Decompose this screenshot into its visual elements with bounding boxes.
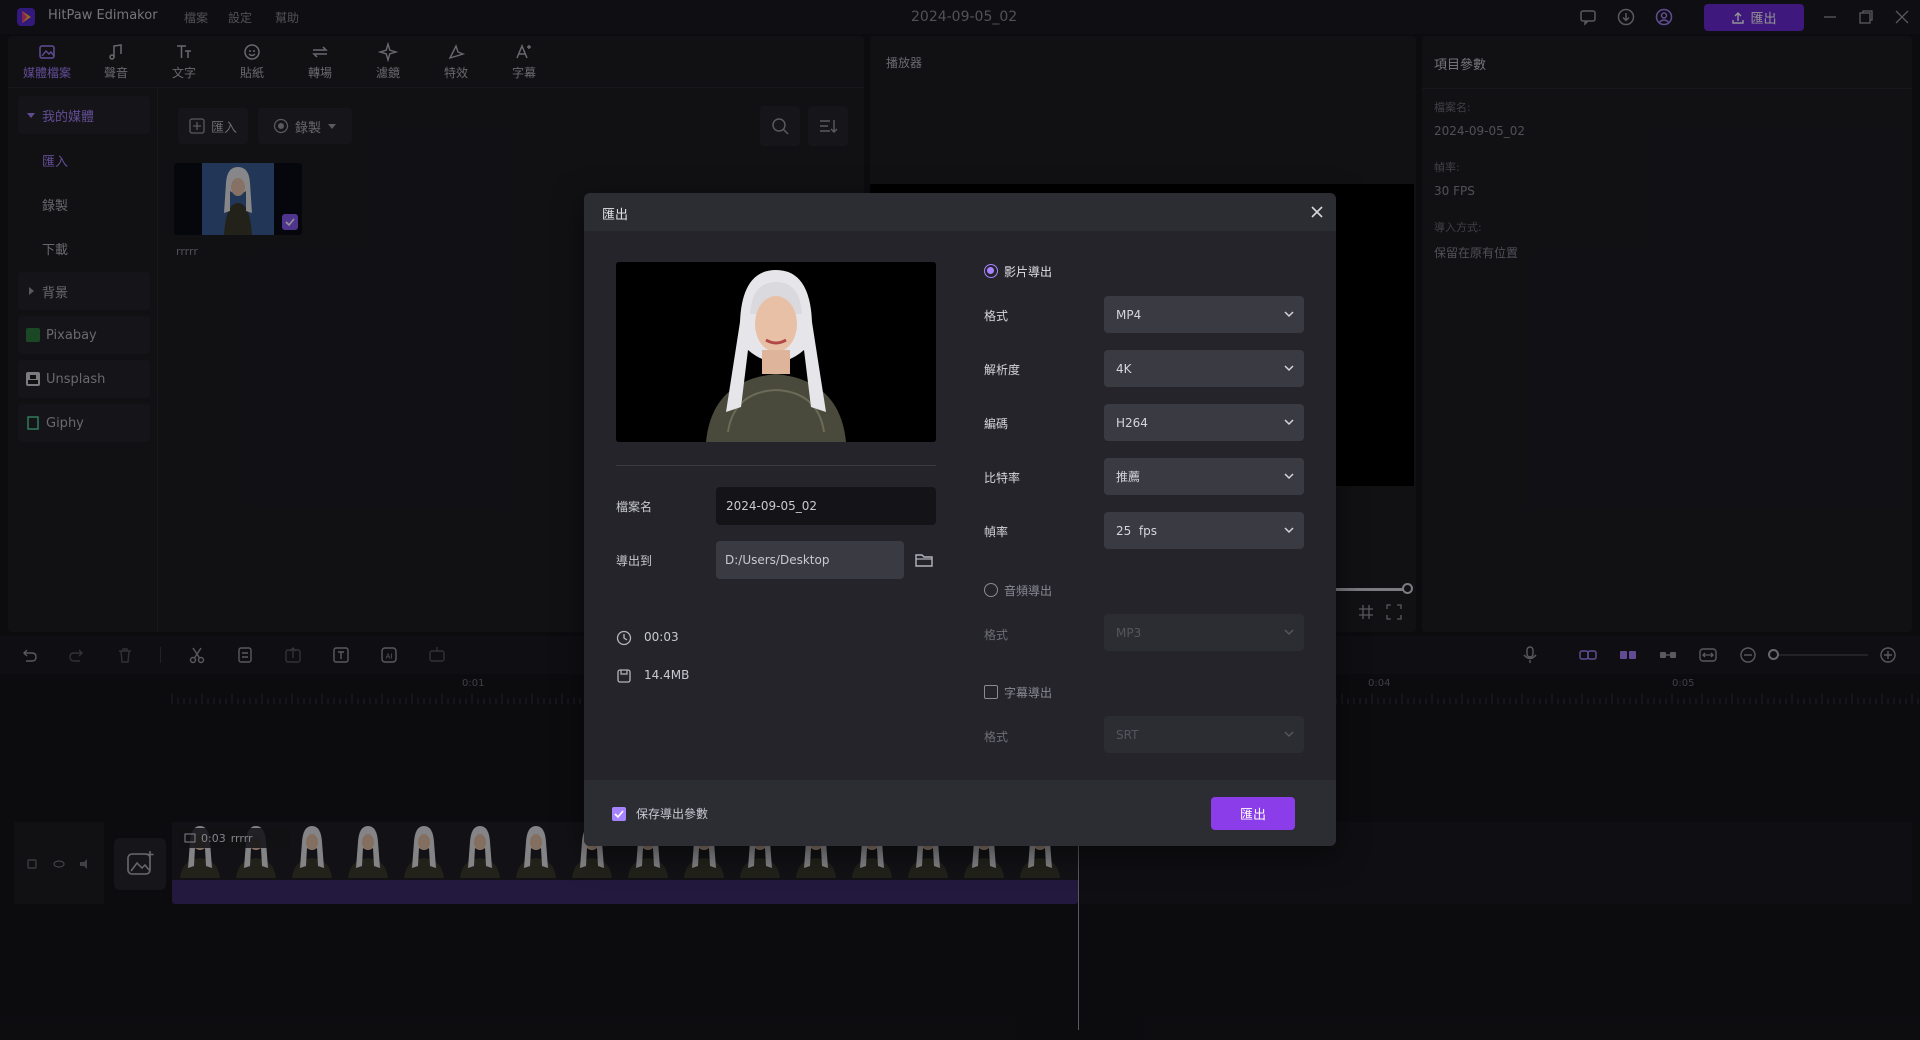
file-size-value: 14.4MB xyxy=(644,668,690,682)
audio-format-label: 格式 xyxy=(984,628,1009,642)
subtitle-format-select[interactable]: SRT xyxy=(1104,716,1304,753)
dialog-title: 匯出 xyxy=(602,208,629,223)
save-params-label: 保存導出參數 xyxy=(636,807,709,821)
format-select[interactable]: MP4 xyxy=(1104,296,1304,333)
chevron-down-icon xyxy=(1284,525,1294,535)
format-value: MP4 xyxy=(1116,307,1142,322)
format-label: 格式 xyxy=(984,309,1009,323)
video-export-label: 影片導出 xyxy=(1004,265,1053,279)
chevron-down-icon xyxy=(1284,309,1294,319)
video-export-radio[interactable] xyxy=(984,264,998,278)
subtitle-export-checkbox[interactable] xyxy=(984,685,998,699)
resolution-label: 解析度 xyxy=(984,363,1021,377)
resolution-value: 4K xyxy=(1116,361,1132,376)
dialog-divider xyxy=(616,465,936,466)
chevron-down-icon xyxy=(1284,627,1294,637)
subtitle-export-label: 字幕導出 xyxy=(1004,686,1053,700)
audio-export-label: 音頻導出 xyxy=(1004,584,1053,598)
export-button[interactable]: 匯出 xyxy=(1211,797,1295,830)
export-to-label: 導出到 xyxy=(616,554,653,568)
export-dialog: 匯出 檔案名 導出到 00:03 14.4MB 影片導出 格式 MP4 xyxy=(584,193,1336,846)
subtitle-format-value: SRT xyxy=(1116,727,1139,742)
bitrate-label: 比特率 xyxy=(984,471,1021,485)
file-size-icon xyxy=(616,668,632,684)
framerate-select[interactable]: 25 fps xyxy=(1104,512,1304,549)
duration-value: 00:03 xyxy=(644,630,679,644)
audio-format-value: MP3 xyxy=(1116,625,1142,640)
bitrate-value: 推薦 xyxy=(1116,470,1141,484)
chevron-down-icon xyxy=(1284,729,1294,739)
save-params-checkbox[interactable] xyxy=(612,807,626,821)
bitrate-select[interactable]: 推薦 xyxy=(1104,458,1304,495)
codec-select[interactable]: H264 xyxy=(1104,404,1304,441)
dialog-header xyxy=(584,193,1336,231)
chevron-down-icon xyxy=(1284,471,1294,481)
audio-format-select[interactable]: MP3 xyxy=(1104,614,1304,651)
export-path-input[interactable] xyxy=(716,541,904,579)
chevron-down-icon xyxy=(1284,363,1294,373)
audio-export-radio[interactable] xyxy=(984,583,998,597)
codec-label: 編碼 xyxy=(984,417,1009,431)
framerate-label: 幀率 xyxy=(984,525,1009,539)
resolution-select[interactable]: 4K xyxy=(1104,350,1304,387)
clock-icon xyxy=(616,630,632,646)
subtitle-format-label: 格式 xyxy=(984,730,1009,744)
filename-label: 檔案名 xyxy=(616,500,653,514)
close-icon[interactable] xyxy=(1310,205,1324,219)
filename-input[interactable] xyxy=(716,487,936,525)
framerate-value: 25 fps xyxy=(1116,523,1157,538)
codec-value: H264 xyxy=(1116,415,1148,430)
folder-icon[interactable] xyxy=(914,550,934,570)
export-preview xyxy=(616,262,936,442)
chevron-down-icon xyxy=(1284,417,1294,427)
